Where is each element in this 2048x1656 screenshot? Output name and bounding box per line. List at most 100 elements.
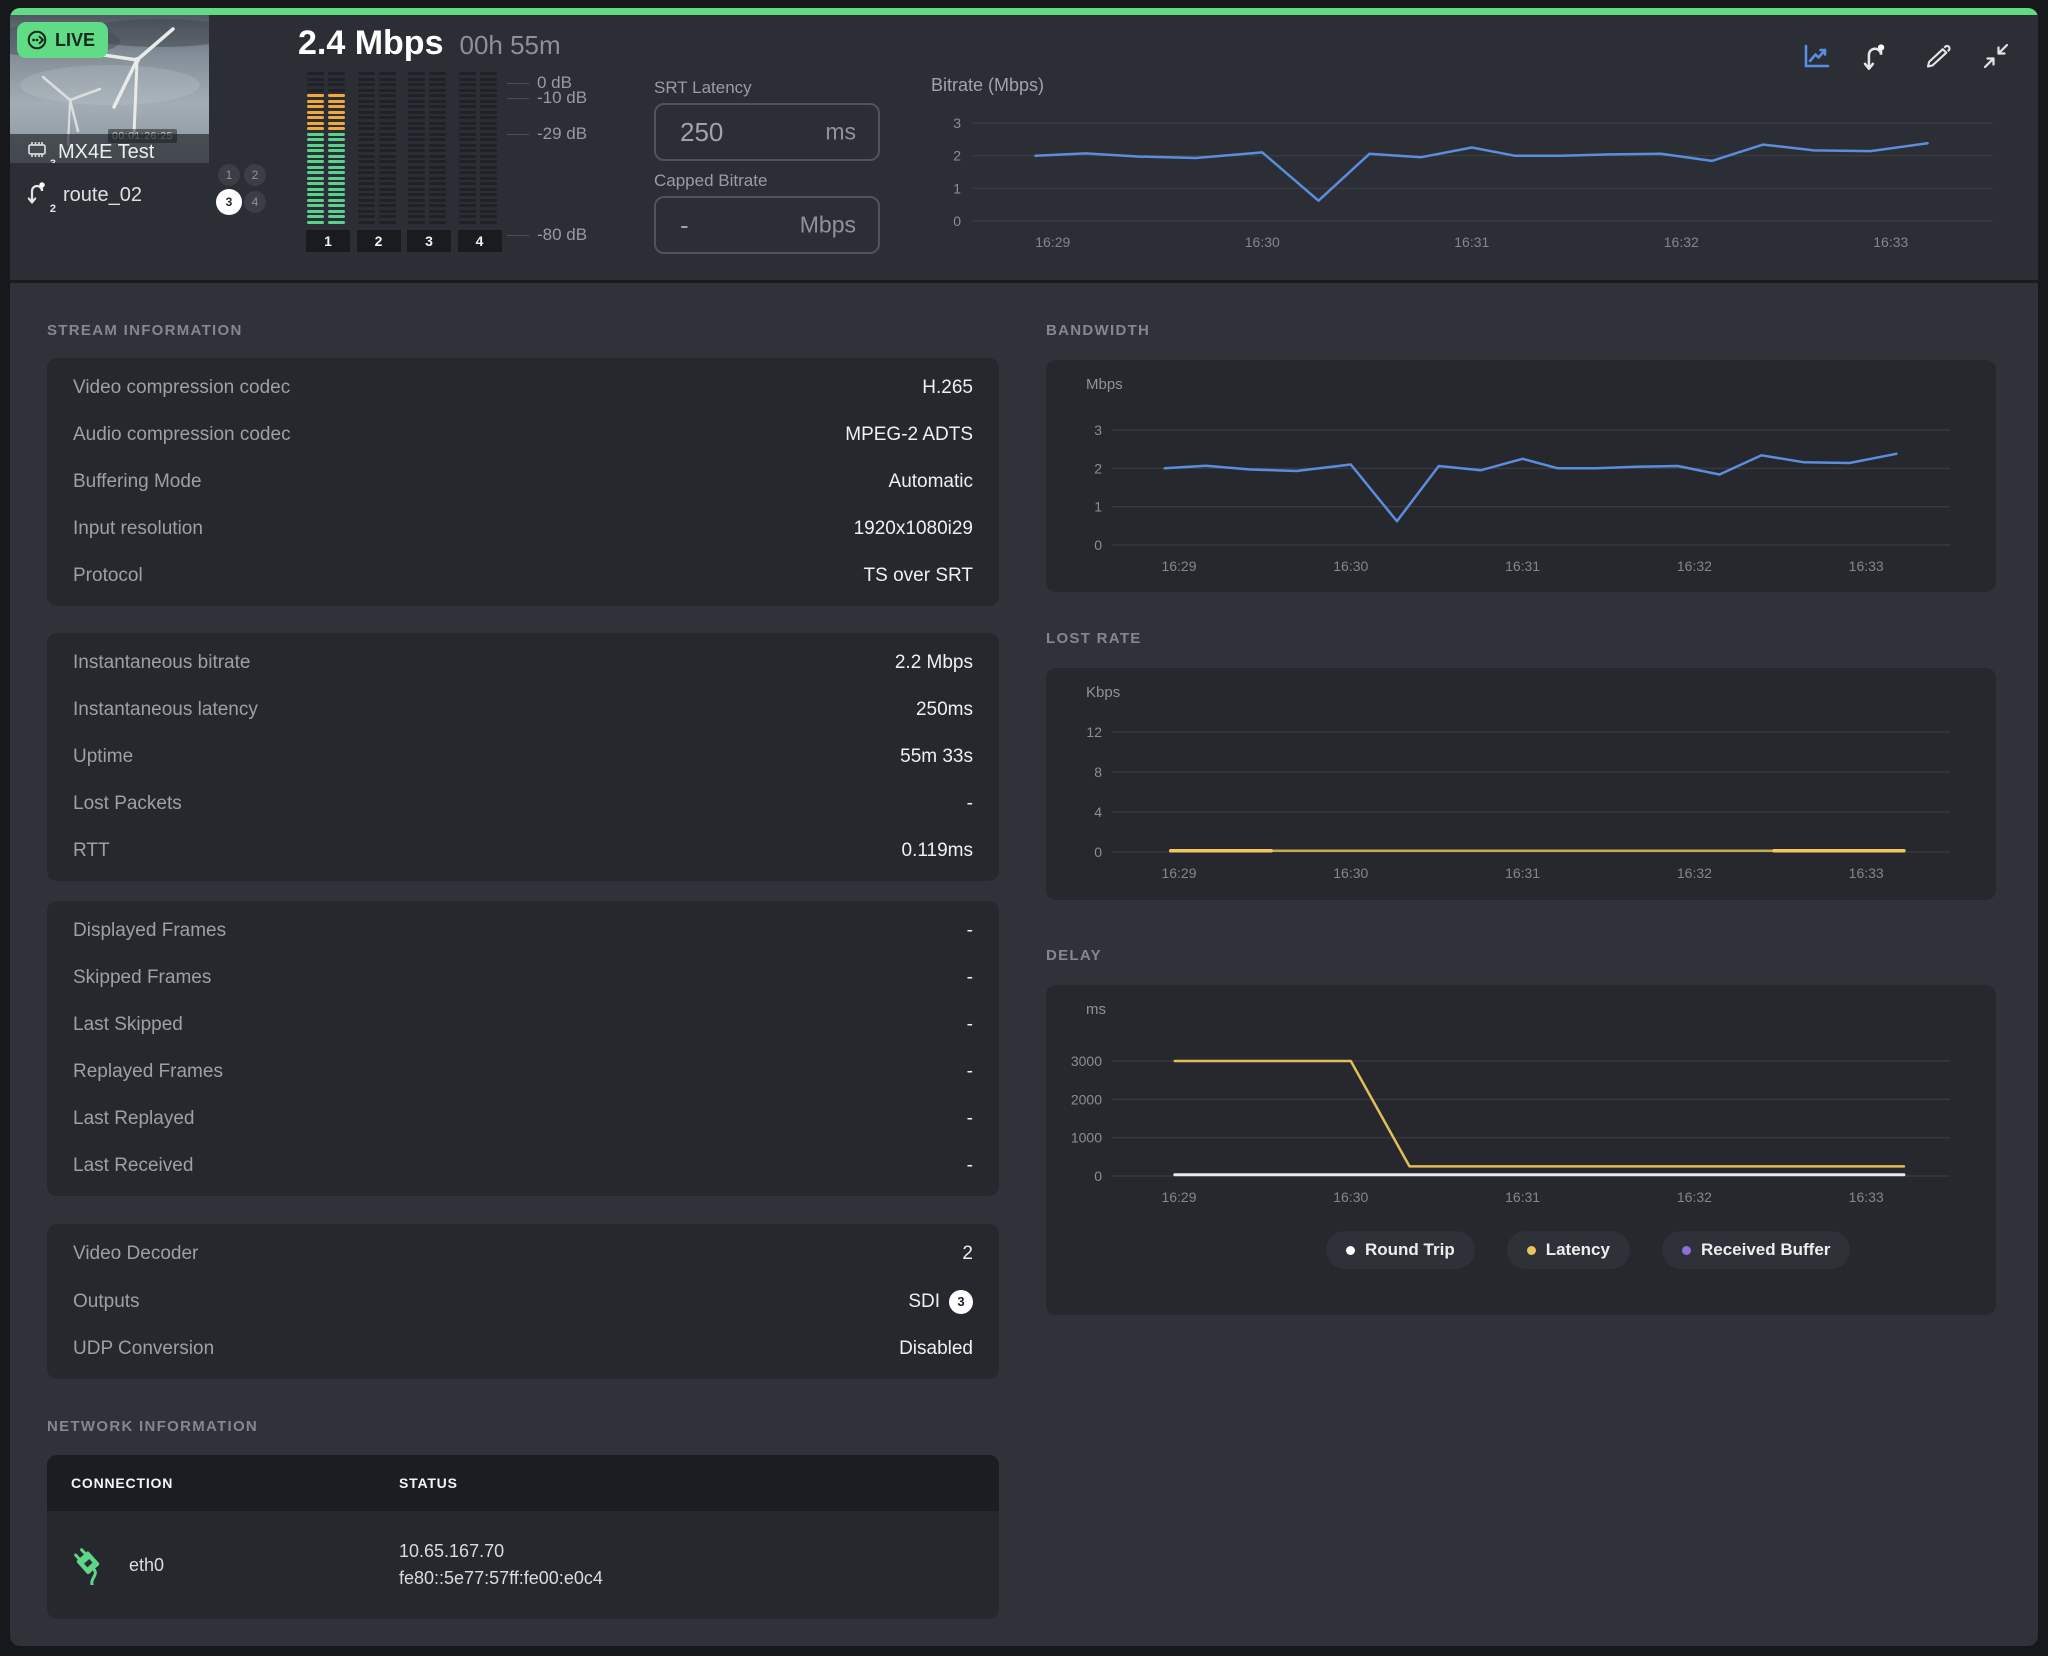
- info-row: Instantaneous latency 250ms: [47, 686, 999, 733]
- srt-latency-inputbox: ms: [654, 103, 880, 161]
- connection-status: 10.65.167.70 fe80::5e77:57ff:fe00:e0c4: [399, 1538, 999, 1592]
- output-circle-1[interactable]: 1: [218, 164, 240, 186]
- info-row: Instantaneous bitrate2.2 Mbps: [47, 639, 999, 686]
- route-icon: [1859, 39, 1891, 73]
- svg-text:12: 12: [1086, 724, 1102, 740]
- db-scale: 0 dB-10 dB-29 dB-80 dB: [507, 64, 657, 254]
- network-information-heading: NETWORK INFORMATION: [47, 1418, 258, 1435]
- svg-text:16:30: 16:30: [1245, 234, 1280, 250]
- output-circle-2[interactable]: 2: [244, 164, 266, 186]
- edit-stream-button[interactable]: [1918, 37, 1956, 75]
- route-number: 2: [50, 203, 56, 215]
- stream-header: LIVE 00:01:26:25 3 MX4E Test: [10, 8, 2038, 283]
- info-row: ProtocolTS over SRT: [47, 553, 999, 600]
- capped-bitrate-inputbox: Mbps: [654, 196, 880, 254]
- svg-text:16:32: 16:32: [1677, 558, 1712, 574]
- svg-text:1000: 1000: [1071, 1130, 1102, 1146]
- svg-text:0: 0: [1094, 1168, 1102, 1184]
- meter-channel-label: 4: [458, 230, 502, 252]
- svg-text:16:29: 16:29: [1035, 234, 1070, 250]
- collapse-icon: [1979, 39, 2013, 73]
- delay-chart-card: ms Round TripLatencyReceived Buffer 0100…: [1046, 985, 1996, 1315]
- live-label: LIVE: [55, 30, 95, 51]
- row-value: 55m 33s: [900, 746, 973, 768]
- route-name: route_02: [63, 184, 142, 207]
- decoder-outputs-card: Video Decoder 2 OutputsSDI3UDP ConversionD…: [47, 1224, 999, 1379]
- info-row: Uptime 55m 33s: [47, 733, 999, 780]
- row-value: 250ms: [916, 699, 973, 721]
- info-row: UDP ConversionDisabled: [47, 1325, 999, 1373]
- svg-text:16:30: 16:30: [1333, 1189, 1368, 1205]
- trend-chart-icon: [1799, 39, 1833, 73]
- info-row: Last Skipped-: [47, 1001, 999, 1048]
- frames-stats-card: Displayed Frames-Skipped Frames-Last Ski…: [47, 901, 999, 1196]
- delay-heading: DELAY: [1046, 947, 1102, 964]
- row-value: -: [967, 920, 973, 942]
- svg-text:0: 0: [1094, 844, 1102, 860]
- info-row: Displayed Frames -: [47, 907, 999, 954]
- network-table-header: CONNECTION STATUS: [47, 1455, 999, 1511]
- pencil-icon: [1920, 39, 1954, 73]
- meter-channel-label: 1: [306, 230, 350, 252]
- capped-bitrate-label: Capped Bitrate: [654, 171, 767, 191]
- output-circle-4[interactable]: 4: [244, 191, 266, 213]
- collapse-view-button[interactable]: [1977, 37, 2015, 75]
- row-label: Instantaneous latency: [73, 699, 258, 721]
- lost-rate-heading: LOST RATE: [1046, 630, 1142, 647]
- svg-text:16:32: 16:32: [1664, 234, 1699, 250]
- stream-duration: 00h 55m: [459, 30, 560, 61]
- bandwidth-chart-card: Mbps 012316:2916:3016:3116:3216:33: [1046, 360, 1996, 592]
- svg-text:0: 0: [1094, 537, 1102, 553]
- info-row: Input resolution 1920x1080i29: [47, 506, 999, 553]
- info-row: Lost Packets-: [47, 781, 999, 828]
- connection-name: eth0: [129, 1555, 164, 1576]
- current-bitrate-value: 2.4 Mbps: [298, 24, 443, 63]
- bandwidth-heading: BANDWIDTH: [1046, 322, 1150, 339]
- svg-text:1: 1: [1094, 499, 1102, 515]
- row-value: -: [967, 1108, 973, 1130]
- row-value: SDI3: [908, 1290, 973, 1314]
- row-value: H.265: [922, 377, 973, 399]
- svg-text:16:33: 16:33: [1873, 234, 1908, 250]
- row-label: Video Decoder: [73, 1243, 198, 1265]
- row-label: Displayed Frames: [73, 920, 226, 942]
- device-row[interactable]: 3 MX4E Test: [10, 134, 209, 163]
- row-value: 2: [962, 1243, 973, 1265]
- row-label: Input resolution: [73, 518, 203, 540]
- svg-text:0: 0: [953, 213, 961, 229]
- audio-level-meters: 1234: [307, 68, 517, 258]
- svg-text:3000: 3000: [1071, 1053, 1102, 1069]
- route-row[interactable]: 2 route_02: [25, 178, 142, 212]
- header-bitrate-chart: Bitrate (Mbps) 012316:2916:3016:3116:321…: [931, 73, 1999, 255]
- network-table: CONNECTION STATUS eth0 10.65.167.70 fe80…: [47, 1455, 999, 1619]
- ipv6-address: fe80::5e77:57ff:fe00:e0c4: [399, 1565, 999, 1592]
- codec-info-card: Video compression codecH.265Audio compre…: [47, 358, 999, 606]
- row-label: Last Skipped: [73, 1014, 183, 1036]
- row-value: 1920x1080i29: [854, 518, 973, 540]
- row-label: Instantaneous bitrate: [73, 652, 250, 674]
- svg-text:16:29: 16:29: [1161, 1189, 1196, 1205]
- svg-text:16:33: 16:33: [1849, 1189, 1884, 1205]
- svg-text:16:29: 16:29: [1161, 865, 1196, 881]
- stream-information-heading: STREAM INFORMATION: [47, 322, 243, 339]
- row-label: Uptime: [73, 746, 133, 768]
- svg-text:8: 8: [1094, 764, 1102, 780]
- status-top-border: [10, 8, 2038, 15]
- row-label: RTT: [73, 840, 110, 862]
- statistics-view-button[interactable]: [1797, 37, 1835, 75]
- row-label: Lost Packets: [73, 793, 182, 815]
- info-row: Replayed Frames-: [47, 1049, 999, 1096]
- info-row: OutputsSDI3: [47, 1278, 999, 1326]
- info-row: Video compression codecH.265: [47, 364, 999, 411]
- info-row: Last Replayed-: [47, 1096, 999, 1143]
- row-value: Automatic: [889, 471, 973, 493]
- row-value: 0.119ms: [902, 840, 973, 862]
- device-name: MX4E Test: [58, 141, 154, 164]
- output-selector-grid: 1234: [214, 164, 272, 218]
- info-row: Skipped Frames-: [47, 954, 999, 1001]
- output-circle-3[interactable]: 3: [216, 189, 242, 215]
- count-badge: 3: [949, 1290, 973, 1314]
- row-value: Disabled: [899, 1338, 973, 1360]
- video-thumbnail[interactable]: LIVE 00:01:26:25 3 MX4E Test: [10, 15, 209, 163]
- route-view-button[interactable]: [1856, 37, 1894, 75]
